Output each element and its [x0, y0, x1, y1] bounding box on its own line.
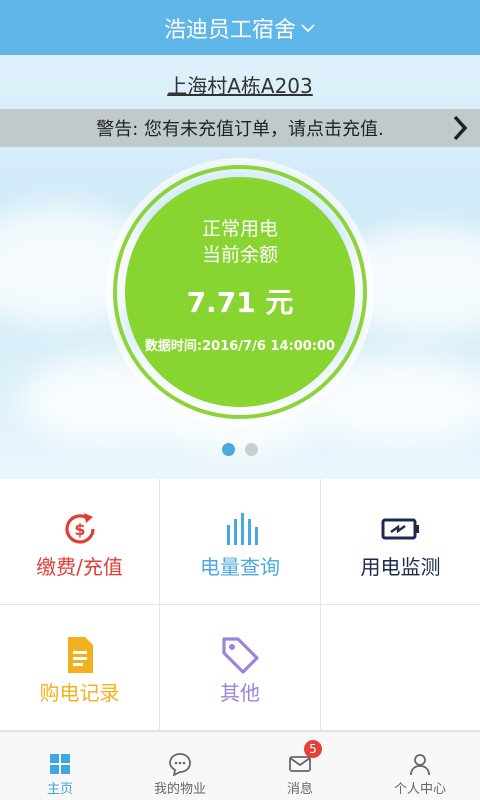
address-line: 上海村A栋A203 — [0, 70, 480, 99]
battery-icon — [381, 518, 419, 540]
chat-bubble-icon — [169, 753, 191, 776]
nav-messages[interactable]: 5 消息 — [240, 732, 360, 800]
purchase-record-label: 购电记录 — [39, 681, 120, 705]
carousel-dot-2[interactable] — [245, 443, 258, 456]
power-status: 正常用电 — [201, 218, 278, 240]
nav-property[interactable]: 我的物业 — [120, 732, 240, 800]
header-title: 浩迪员工宿舍 — [163, 17, 296, 43]
function-grid: $ 缴费/充值 电量查询 用电监测 购电记录 其他 — [0, 479, 480, 731]
others-label: 其他 — [220, 681, 260, 705]
warning-text: 警告: 您有未充值订单，请点击充值. — [96, 119, 384, 140]
home-grid-icon — [50, 754, 70, 774]
balance-amount: 7.71 元 — [186, 286, 294, 319]
top-header: 浩迪员工宿舍 — [0, 0, 480, 55]
bottom-nav: 主页 我的物业 5 消息 个人中心 — [0, 731, 480, 800]
app-screen: 浩迪员工宿舍 上海村A栋A203 警告: 您有未充值订单，请点击充值. 正常用电… — [0, 0, 480, 800]
data-timestamp: 数据时间:2016/7/6 14:00:00 — [144, 339, 336, 354]
nav-messages-label: 消息 — [286, 782, 313, 797]
chevron-down-icon — [301, 23, 315, 32]
bar-chart-icon — [227, 513, 258, 545]
usage-query-button[interactable]: 电量查询 — [160, 479, 321, 605]
nav-home[interactable]: 主页 — [0, 732, 120, 800]
chevron-right-icon — [453, 115, 468, 141]
others-button[interactable]: 其他 — [160, 605, 321, 731]
nav-profile-label: 个人中心 — [393, 782, 446, 797]
document-icon — [67, 637, 93, 673]
hero-panel: 上海村A栋A203 警告: 您有未充值订单，请点击充值. 正常用电 当前余额 7… — [0, 55, 480, 479]
balance-circle[interactable]: 正常用电 当前余额 7.71 元 数据时间:2016/7/6 14:00:00 — [125, 177, 355, 407]
warning-banner[interactable]: 警告: 您有未充值订单，请点击充值. — [0, 109, 480, 147]
power-monitor-label: 用电监测 — [360, 555, 441, 579]
message-count-badge: 5 — [304, 740, 322, 758]
power-monitor-button[interactable]: 用电监测 — [321, 479, 480, 605]
carousel-dot-1[interactable] — [222, 443, 235, 456]
nav-home-label: 主页 — [46, 782, 73, 797]
carousel-indicator — [0, 443, 480, 456]
tag-icon — [222, 637, 259, 674]
property-selector[interactable]: 浩迪员工宿舍 — [164, 12, 316, 44]
address-link[interactable]: 上海村A栋A203 — [167, 74, 313, 98]
purchase-record-button[interactable]: 购电记录 — [0, 605, 160, 731]
svg-text:$: $ — [74, 520, 85, 539]
usage-query-label: 电量查询 — [200, 555, 280, 579]
nav-property-label: 我的物业 — [153, 782, 206, 797]
empty-grid-cell — [321, 605, 480, 731]
balance-label: 当前余额 — [201, 244, 278, 266]
recharge-button[interactable]: $ 缴费/充值 — [0, 479, 160, 605]
recharge-label: 缴费/充值 — [36, 555, 123, 579]
user-icon — [410, 754, 430, 776]
dollar-refresh-icon: $ — [64, 513, 95, 544]
nav-profile[interactable]: 个人中心 — [360, 732, 480, 800]
